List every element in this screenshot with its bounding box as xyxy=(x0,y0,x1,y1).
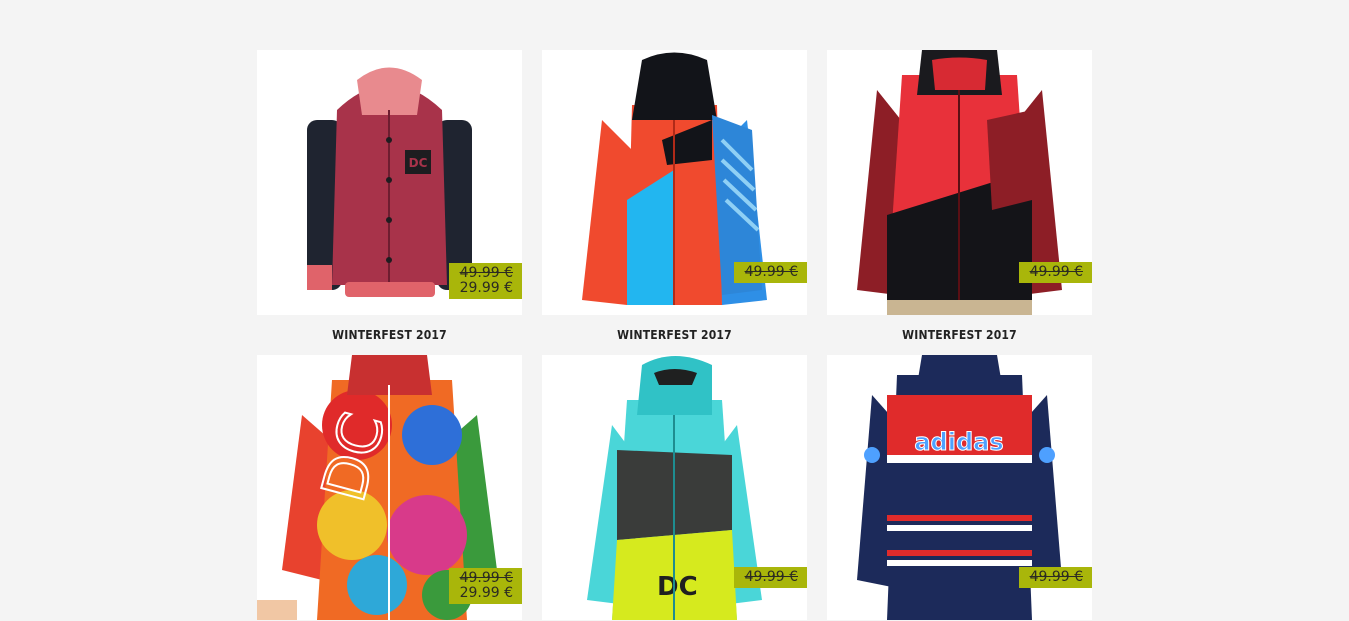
price-badge: 49.99 € xyxy=(1018,567,1092,588)
product-image[interactable]: 49.99 € xyxy=(827,50,1092,315)
old-price: 49.99 € xyxy=(459,570,513,586)
product-card[interactable]: 49.99 € WINTERFEST 2017 xyxy=(542,50,807,355)
product-image[interactable]: 49.99 € xyxy=(542,50,807,315)
product-image[interactable]: DC 49.99 € 29.99 € xyxy=(257,355,522,620)
price-badge: 49.99 € xyxy=(733,567,807,588)
product-card[interactable]: 49.99 € WINTERFEST 2017 xyxy=(827,50,1092,355)
sale-price: 29.99 € xyxy=(459,585,513,601)
product-card[interactable]: DC 49.99 € xyxy=(542,355,807,620)
product-image[interactable]: DC 49.99 € 29.99 € xyxy=(257,50,522,315)
price-badge: 49.99 € xyxy=(733,262,807,283)
product-card[interactable]: DC 49.99 € 29.99 € xyxy=(257,355,522,620)
svg-text:DC: DC xyxy=(409,156,428,170)
svg-text:adidas: adidas xyxy=(914,428,1003,456)
product-title[interactable]: WINTERFEST 2017 xyxy=(257,315,522,355)
product-title[interactable]: WINTERFEST 2017 xyxy=(542,315,807,355)
product-card[interactable]: DC 49.99 € 29.99 € WINTERFEST 2017 xyxy=(257,50,522,355)
old-price: 49.99 € xyxy=(1029,264,1083,280)
svg-text:DC: DC xyxy=(657,572,698,602)
old-price: 49.99 € xyxy=(459,265,513,281)
product-grid: DC 49.99 € 29.99 € WINTERFEST 2017 49.99… xyxy=(257,50,1092,620)
product-card[interactable]: adidas 49.99 € xyxy=(827,355,1092,620)
old-price: 49.99 € xyxy=(744,569,798,585)
product-title[interactable]: WINTERFEST 2017 xyxy=(827,315,1092,355)
price-badge: 49.99 € 29.99 € xyxy=(448,263,522,299)
price-badge: 49.99 € xyxy=(1018,262,1092,283)
price-badge: 49.99 € 29.99 € xyxy=(448,568,522,604)
old-price: 49.99 € xyxy=(744,264,798,280)
old-price: 49.99 € xyxy=(1029,569,1083,585)
product-image[interactable]: adidas 49.99 € xyxy=(827,355,1092,620)
sale-price: 29.99 € xyxy=(459,280,513,296)
product-image[interactable]: DC 49.99 € xyxy=(542,355,807,620)
